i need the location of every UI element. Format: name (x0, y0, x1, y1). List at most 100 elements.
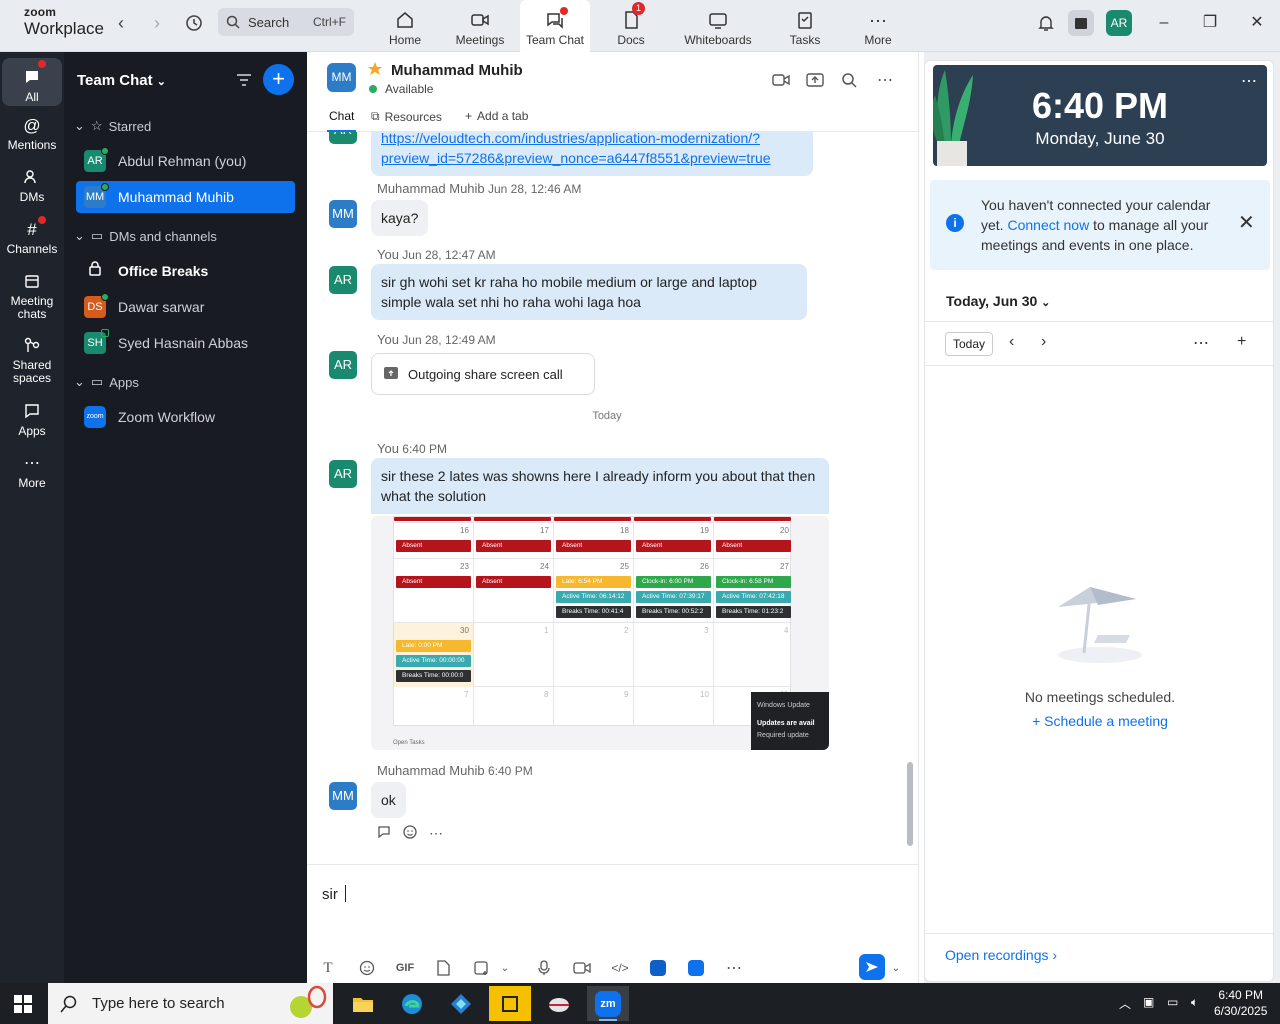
rail-more[interactable]: ⋯ More (2, 452, 62, 490)
format-text-icon[interactable]: T (317, 957, 339, 979)
sidebar-item-zoom-workflow[interactable]: zoom Zoom Workflow (76, 401, 295, 433)
sidebar-item-muhammad-muhib[interactable]: MM Muhammad Muhib (76, 181, 295, 213)
calendar-widget-icon[interactable] (1068, 10, 1094, 36)
scrollbar[interactable] (907, 762, 913, 846)
send-button[interactable] (859, 954, 885, 980)
attached-screenshot[interactable]: 16 17 18 19 20 Absent Absent Absent Abse… (371, 516, 829, 750)
tab-chat[interactable]: Chat (326, 109, 357, 132)
emoji-icon[interactable] (356, 957, 378, 979)
app-icon-2[interactable] (685, 957, 707, 979)
windows-start-icon[interactable] (14, 995, 32, 1016)
rail-meeting-chats[interactable]: Meeting chats (2, 270, 62, 321)
message-list[interactable]: AR https://veloudtech.com/industries/app… (307, 132, 919, 864)
bell-icon[interactable] (1033, 10, 1059, 36)
video-call-icon[interactable] (771, 70, 791, 90)
tray-app-icon[interactable]: ▣ (1143, 995, 1154, 1009)
schedule-meeting-link[interactable]: + Schedule a meeting (925, 713, 1273, 729)
rail-shared-spaces[interactable]: Shared spaces (2, 334, 62, 385)
app-icon-1[interactable] (647, 957, 669, 979)
rail-channels[interactable]: # Channels (2, 218, 62, 256)
chevron-up-icon[interactable]: ︿ (1119, 995, 1131, 1012)
more-dots-icon[interactable]: ⋯ (429, 825, 443, 842)
microphone-icon[interactable] (533, 957, 555, 979)
message-composer[interactable]: sir T GIF ⌄ </> ⋯ ⌄ (307, 864, 919, 983)
sidebar-item-syed-hasnain-abbas[interactable]: SH Syed Hasnain Abbas (76, 327, 295, 359)
filter-icon[interactable] (234, 70, 254, 90)
prev-day-icon[interactable]: ‹ (1009, 333, 1014, 351)
message-bubble[interactable]: kaya? (371, 200, 429, 236)
message-bubble[interactable]: sir gh wohi set kr raha ho mobile medium… (371, 264, 807, 320)
tab-resources[interactable]: ⧉ Resources (371, 109, 442, 124)
call-card[interactable]: Outgoing share screen call (371, 353, 595, 395)
file-explorer-icon[interactable] (342, 986, 384, 1021)
tab-add[interactable]: + Add a tab (465, 109, 528, 123)
reply-icon[interactable] (377, 825, 393, 842)
section-apps[interactable]: ⌄ ▭ Apps (74, 374, 139, 390)
share-screen-icon[interactable] (805, 70, 825, 90)
gif-icon[interactable]: GIF (394, 957, 416, 979)
tab-whiteboards[interactable]: Whiteboards (680, 0, 756, 52)
message-bubble[interactable]: ok (371, 782, 406, 818)
search-icon[interactable] (839, 70, 859, 90)
volume-icon[interactable]: 🔈︎ (1191, 995, 1198, 1010)
message-bubble[interactable]: https://veloudtech.com/industries/applic… (371, 132, 813, 176)
message-input[interactable]: sir (322, 885, 346, 903)
tab-home[interactable]: Home (380, 0, 430, 52)
avatar[interactable]: MM (327, 63, 356, 92)
message-bubble[interactable]: sir these 2 lates was showns here I alre… (371, 458, 829, 514)
more-dots-icon[interactable]: ⋯ (723, 957, 745, 979)
network-icon[interactable]: ▭ (1167, 995, 1178, 1009)
sidebar-title[interactable]: Team Chat ⌄ (77, 72, 166, 89)
sticky-notes-icon[interactable] (489, 986, 531, 1021)
more-dots-icon[interactable]: ⋯ (1241, 71, 1257, 91)
file-icon[interactable] (432, 957, 454, 979)
chevron-down-icon[interactable]: ⌄ (494, 957, 516, 979)
section-starred[interactable]: ⌄ ☆ Starred (74, 118, 151, 134)
sidebar-item-office-breaks[interactable]: Office Breaks (76, 255, 295, 287)
tab-tasks[interactable]: Tasks (782, 0, 828, 52)
sidebar-item-dawar-sarwar[interactable]: DS Dawar sarwar (76, 291, 295, 323)
open-recordings-link[interactable]: Open recordings › (945, 947, 1057, 963)
tab-docs[interactable]: 1 Docs (608, 0, 654, 52)
add-reaction-icon[interactable] (403, 824, 419, 843)
section-dms-and-channels[interactable]: ⌄ ▭ DMs and channels (74, 228, 217, 244)
tab-meetings[interactable]: Meetings (450, 0, 510, 52)
message-link[interactable]: preview_id=57286&preview_nonce=a6447f855… (381, 148, 803, 168)
new-chat-button[interactable]: + (263, 64, 294, 95)
zoom-taskbar-icon[interactable]: zm (587, 986, 629, 1021)
taskbar-clock[interactable]: 6:40 PM 6/30/2025 (1214, 987, 1267, 1019)
date-heading[interactable]: Today, Jun 30 ⌄ (946, 293, 1050, 309)
close-window-button[interactable]: ✕ (1245, 12, 1269, 34)
connect-now-link[interactable]: Connect now (1007, 217, 1089, 233)
search-input[interactable]: Search Ctrl+F (218, 8, 354, 36)
rail-apps[interactable]: Apps (2, 400, 62, 438)
rail-all[interactable]: All (2, 58, 62, 106)
code-snippet-icon[interactable]: </> (609, 957, 631, 979)
tab-team-chat[interactable]: Team Chat (520, 0, 590, 52)
video-message-icon[interactable] (571, 957, 593, 979)
restore-button[interactable]: ❐ (1198, 12, 1222, 34)
more-dots-icon[interactable]: ⋯ (875, 70, 895, 90)
history-icon[interactable] (182, 11, 206, 35)
app-diamond-icon[interactable] (440, 986, 482, 1021)
message-link[interactable]: https://veloudtech.com/industries/applic… (381, 132, 803, 148)
chevron-down-icon[interactable]: ⌄ (885, 957, 907, 979)
tab-more[interactable]: ⋯ More (858, 0, 898, 52)
user-avatar[interactable]: AR (1106, 10, 1132, 36)
add-event-icon[interactable]: + (1237, 333, 1246, 351)
screenshot-icon[interactable] (470, 957, 492, 979)
back-arrow-icon[interactable]: ‹ (110, 12, 132, 34)
star-icon[interactable] (367, 61, 383, 80)
rail-dms[interactable]: DMs (2, 166, 62, 204)
forward-arrow-icon[interactable]: › (146, 12, 168, 34)
today-button[interactable]: Today (945, 332, 993, 356)
more-dots-icon[interactable]: ⋯ (1193, 333, 1209, 353)
next-day-icon[interactable]: › (1041, 333, 1046, 351)
taskbar-search[interactable]: Type here to search (48, 983, 333, 1024)
minimize-button[interactable]: – (1152, 12, 1176, 34)
edge-browser-icon[interactable] (391, 986, 433, 1021)
app-helmet-icon[interactable] (538, 986, 580, 1021)
rail-mentions[interactable]: @ Mentions (2, 114, 62, 152)
sidebar-item-abdul-rehman[interactable]: AR Abdul Rehman (you) (76, 145, 295, 177)
close-icon[interactable]: ✕ (1238, 210, 1255, 235)
